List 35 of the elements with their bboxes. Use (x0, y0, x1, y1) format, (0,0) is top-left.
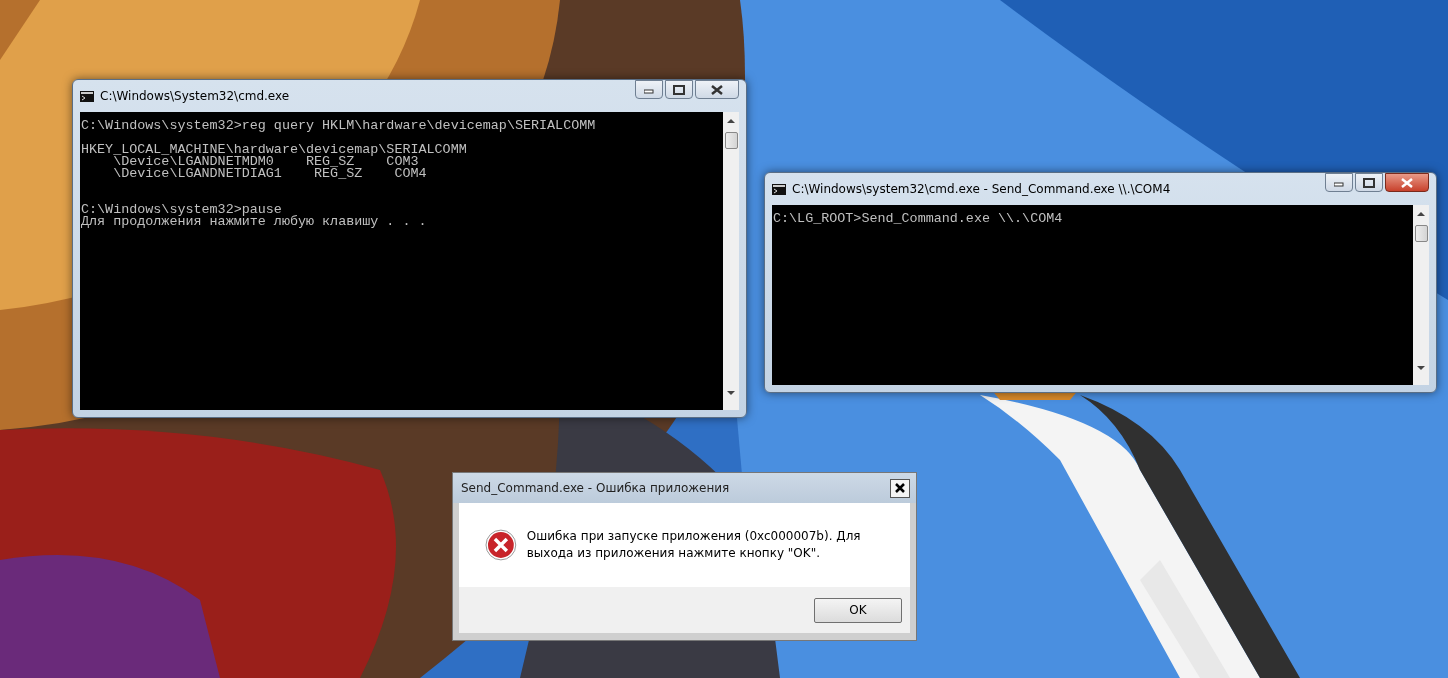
console-line: C:\Windows\system32>pause (81, 204, 282, 216)
maximize-icon (1363, 177, 1375, 188)
console-line: HKEY_LOCAL_MACHINE\hardware\devicemap\SERIALCOMM (81, 144, 467, 156)
console-icon (772, 183, 786, 195)
ok-button[interactable]: OK (814, 597, 902, 623)
scroll-down-icon[interactable] (1416, 364, 1426, 371)
close-icon (710, 84, 724, 95)
window-title: C:\Windows\System32\cmd.exe (100, 88, 291, 105)
minimize-button[interactable] (635, 80, 663, 99)
maximize-icon (673, 84, 685, 95)
scroll-down-icon[interactable] (726, 389, 736, 396)
close-icon (1400, 177, 1414, 188)
console-line: Для продолжения нажмите любую клавишу . . . (81, 216, 427, 228)
console-icon (80, 90, 94, 102)
window-title: C:\Windows\system32\cmd.exe - Send_Command.exe \\.\COM4 (792, 181, 1172, 198)
error-message: Ошибка при запуске приложения (0xc000007b). Для выхода из приложения нажмите кнопку "OK". (526, 528, 862, 562)
scroll-up-icon[interactable] (1416, 211, 1426, 217)
console-line: \Device\LGANDNETMDM0 REG_SZ COM3 (113, 156, 419, 168)
scroll-thumb[interactable] (1414, 225, 1428, 242)
scrollbar[interactable] (1413, 205, 1429, 385)
error-icon (485, 529, 517, 561)
console-line: C:\LG_ROOT>Send_Command.exe \\.\COM4 (773, 213, 1063, 225)
scroll-thumb[interactable] (724, 132, 738, 149)
close-button[interactable] (1385, 173, 1429, 192)
close-button[interactable] (890, 478, 910, 498)
close-icon (894, 482, 906, 494)
maximize-button[interactable] (1355, 173, 1383, 192)
close-button[interactable] (695, 80, 739, 99)
scrollbar[interactable] (723, 112, 739, 410)
console-line: \Device\LGANDNETDIAG1 REG_SZ COM4 (112, 168, 427, 180)
minimize-button[interactable] (1325, 173, 1353, 192)
maximize-button[interactable] (665, 80, 693, 99)
console-line: C:\Windows\system32>reg query HKLM\hardware\devicemap\SERIALCOMM (81, 120, 596, 132)
dialog-title: Send_Command.exe - Ошибка приложения (461, 480, 730, 497)
scroll-up-icon[interactable] (726, 118, 736, 124)
